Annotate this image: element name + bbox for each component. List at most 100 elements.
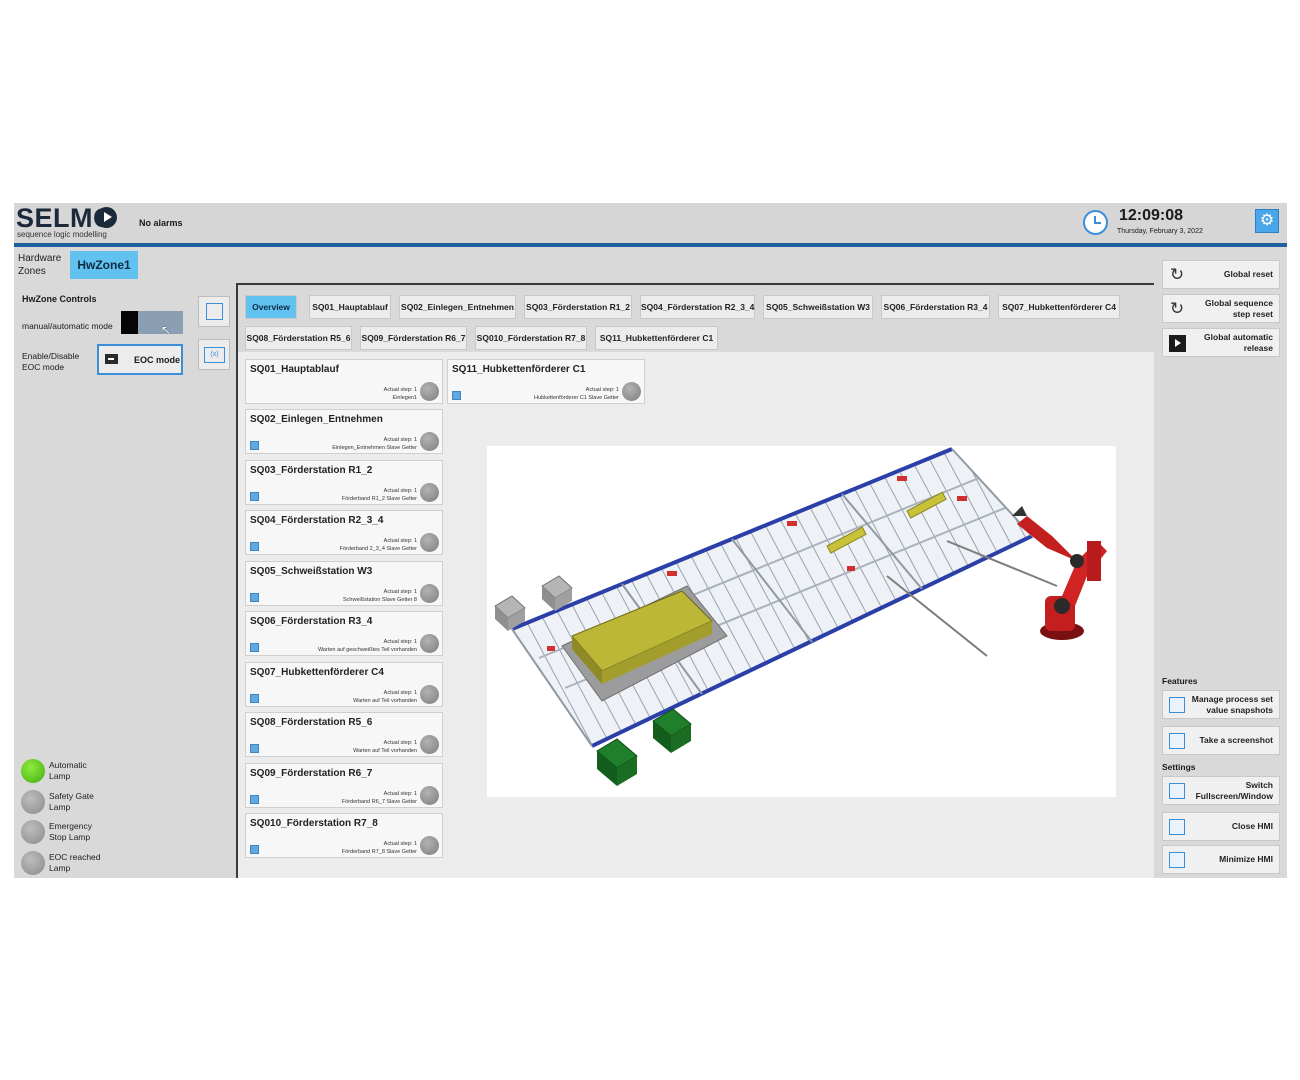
minimize-hmi-button[interactable]: Minimize HMI [1162, 845, 1280, 874]
mouse-cursor-icon: ↖ [161, 323, 172, 337]
sequence-title: SQ010_Förderstation R7_8 [250, 818, 378, 829]
sequence-card-sq01[interactable]: SQ01_Hauptablauf Actual step: 1 Einlegen… [245, 359, 443, 404]
tab-sq11[interactable]: SQ11_Hubkettenförderer C1 [595, 326, 718, 350]
sequence-card-sq05[interactable]: SQ05_Schweißstation W3 Actual step: 1 Sc… [245, 561, 443, 606]
sequence-title: SQ01_Hauptablauf [250, 364, 339, 375]
sequence-card-sq07[interactable]: SQ07_Hubkettenförderer C4 Actual step: 1… [245, 662, 443, 707]
sequence-card-sq010[interactable]: SQ010_Förderstation R7_8 Actual step: 1 … [245, 813, 443, 858]
eoc-reached-lamp [21, 851, 45, 875]
tab-sq01[interactable]: SQ01_Hauptablauf [309, 295, 391, 319]
switch-fullscreen-label: Switch Fullscreen/Window [1195, 780, 1273, 801]
sequence-card-sq11[interactable]: SQ11_Hubkettenförderer C1 Actual step: 1… [447, 359, 645, 404]
grid-icon [206, 303, 223, 320]
tab-sq06[interactable]: SQ06_Förderstation R3_4 [881, 295, 990, 319]
switch-fullscreen-button[interactable]: Switch Fullscreen/Window [1162, 776, 1280, 805]
alarm-status: No alarms [139, 218, 183, 228]
sequence-status-indicator [420, 634, 439, 653]
sequence-title: SQ03_Förderstation R1_2 [250, 465, 373, 476]
sequence-card-sq04[interactable]: SQ04_Förderstation R2_3_4 Actual step: 1… [245, 510, 443, 555]
sequence-card-sq06[interactable]: SQ06_Förderstation R3_4 Actual step: 1 W… [245, 611, 443, 656]
tab-sq04[interactable]: SQ04_Förderstation R2_3_4 [640, 295, 755, 319]
manage-snapshots-button[interactable]: Manage process set value snapshots [1162, 690, 1280, 719]
step-label: Förderband 2_3_4 Slave Getter [339, 546, 417, 552]
tab-sq03[interactable]: SQ03_Förderstation R1_2 [524, 295, 632, 319]
sequence-card-sq02[interactable]: SQ02_Einlegen_Entnehmen Actual step: 1 E… [245, 409, 443, 454]
sequence-status-indicator [420, 836, 439, 855]
tab-sq08[interactable]: SQ08_Förderstation R5_6 [245, 326, 352, 350]
play-logo-icon [96, 207, 117, 228]
tab-overview[interactable]: Overview [245, 295, 297, 319]
sequence-title: SQ06_Förderstation R3_4 [250, 616, 373, 627]
hwzone-controls-title: HwZone Controls [22, 294, 97, 304]
sequence-status-indicator [420, 533, 439, 552]
close-icon [1169, 819, 1185, 835]
tab-sq07[interactable]: SQ07_Hubkettenförderer C4 [998, 295, 1120, 319]
emergency-stop-lamp [21, 820, 45, 844]
tab-sq05[interactable]: SQ05_Schweißstation W3 [763, 295, 873, 319]
sequence-status-indicator [622, 382, 641, 401]
global-automatic-release-button[interactable]: Global automatic release [1162, 328, 1280, 357]
global-sequence-step-reset-label: Global sequence step reset [1204, 298, 1273, 319]
manual-automatic-toggle[interactable] [121, 311, 183, 334]
actual-step: Actual step: 1 [383, 538, 417, 544]
sequence-title: SQ04_Förderstation R2_3_4 [250, 515, 384, 526]
sequence-card-sq09[interactable]: SQ09_Förderstation R6_7 Actual step: 1 F… [245, 763, 443, 808]
emergency-stop-lamp-label: Emergency Stop Lamp [49, 821, 92, 842]
sequence-card-sq08[interactable]: SQ08_Förderstation R5_6 Actual step: 1 W… [245, 712, 443, 757]
settings-title: Settings [1162, 762, 1196, 772]
tab-sq09[interactable]: SQ09_Förderstation R6_7 [360, 326, 467, 350]
sequence-status-indicator [420, 584, 439, 603]
take-screenshot-label: Take a screenshot [1199, 735, 1273, 746]
settings-button[interactable]: ⚙ [1255, 209, 1279, 233]
sequence-info-icon[interactable] [250, 643, 259, 652]
step-label: Warten auf Teil vorhanden [353, 748, 417, 754]
global-reset-button[interactable]: ↻ Global reset [1162, 260, 1280, 289]
fullscreen-icon [1169, 783, 1185, 799]
tab-sq02[interactable]: SQ02_Einlegen_Entnehmen [399, 295, 516, 319]
variables-view-button[interactable]: (x) [198, 339, 230, 370]
clock-icon [1083, 210, 1108, 235]
hwzone-tab[interactable]: HwZone1 [70, 251, 138, 279]
sequence-info-icon[interactable] [250, 694, 259, 703]
tab-sq010[interactable]: SQ010_Förderstation R7_8 [475, 326, 587, 350]
right-panel: ↻ Global reset ↻ Global sequence step re… [1154, 247, 1287, 878]
sequence-info-icon[interactable] [250, 845, 259, 854]
hardware-zones-label: Hardware Zones [18, 253, 62, 277]
manage-snapshots-label: Manage process set value snapshots [1191, 694, 1273, 715]
plant-3d-view[interactable] [487, 446, 1116, 797]
sequence-info-icon[interactable] [250, 492, 259, 501]
sequence-info-icon[interactable] [250, 593, 259, 602]
global-sequence-step-reset-button[interactable]: ↻ Global sequence step reset [1162, 294, 1280, 323]
minimize-icon [1169, 852, 1185, 868]
sequence-info-icon[interactable] [452, 391, 461, 400]
sequence-info-icon[interactable] [250, 795, 259, 804]
sequence-status-indicator [420, 483, 439, 502]
sequence-title: SQ11_Hubkettenförderer C1 [452, 364, 586, 375]
play-icon [1169, 335, 1186, 352]
gear-icon: ⚙ [1259, 212, 1275, 229]
clock-date: Thursday, February 3, 2022 [1117, 228, 1203, 235]
step-label: Förderband R1_2 Slave Getter [341, 496, 417, 502]
minimize-hmi-label: Minimize HMI [1219, 854, 1273, 865]
reset-icon: ↻ [1169, 299, 1185, 318]
sequence-status-indicator [420, 685, 439, 704]
sequence-card-sq03[interactable]: SQ03_Förderstation R1_2 Actual step: 1 F… [245, 460, 443, 505]
eoc-reached-lamp-label: EOC reached Lamp [49, 852, 101, 873]
eoc-mode-button[interactable]: EOC mode [97, 344, 183, 375]
take-screenshot-button[interactable]: Take a screenshot [1162, 726, 1280, 755]
toggle-knob [121, 311, 138, 334]
screenshot-icon [1169, 733, 1185, 749]
sequence-info-icon[interactable] [250, 744, 259, 753]
close-hmi-button[interactable]: Close HMI [1162, 812, 1280, 841]
sequence-title: SQ09_Förderstation R6_7 [250, 768, 373, 779]
sequence-title: SQ08_Förderstation R5_6 [250, 717, 373, 728]
step-label: Förderband R6_7 Slave Getter [341, 799, 417, 805]
global-reset-label: Global reset [1223, 269, 1273, 280]
features-title: Features [1162, 676, 1198, 686]
reset-icon: ↻ [1169, 265, 1185, 284]
mode-label: manual/automatic mode [22, 321, 113, 331]
grid-view-button[interactable] [198, 296, 230, 327]
sequence-status-indicator [420, 786, 439, 805]
sequence-info-icon[interactable] [250, 441, 259, 450]
sequence-info-icon[interactable] [250, 542, 259, 551]
